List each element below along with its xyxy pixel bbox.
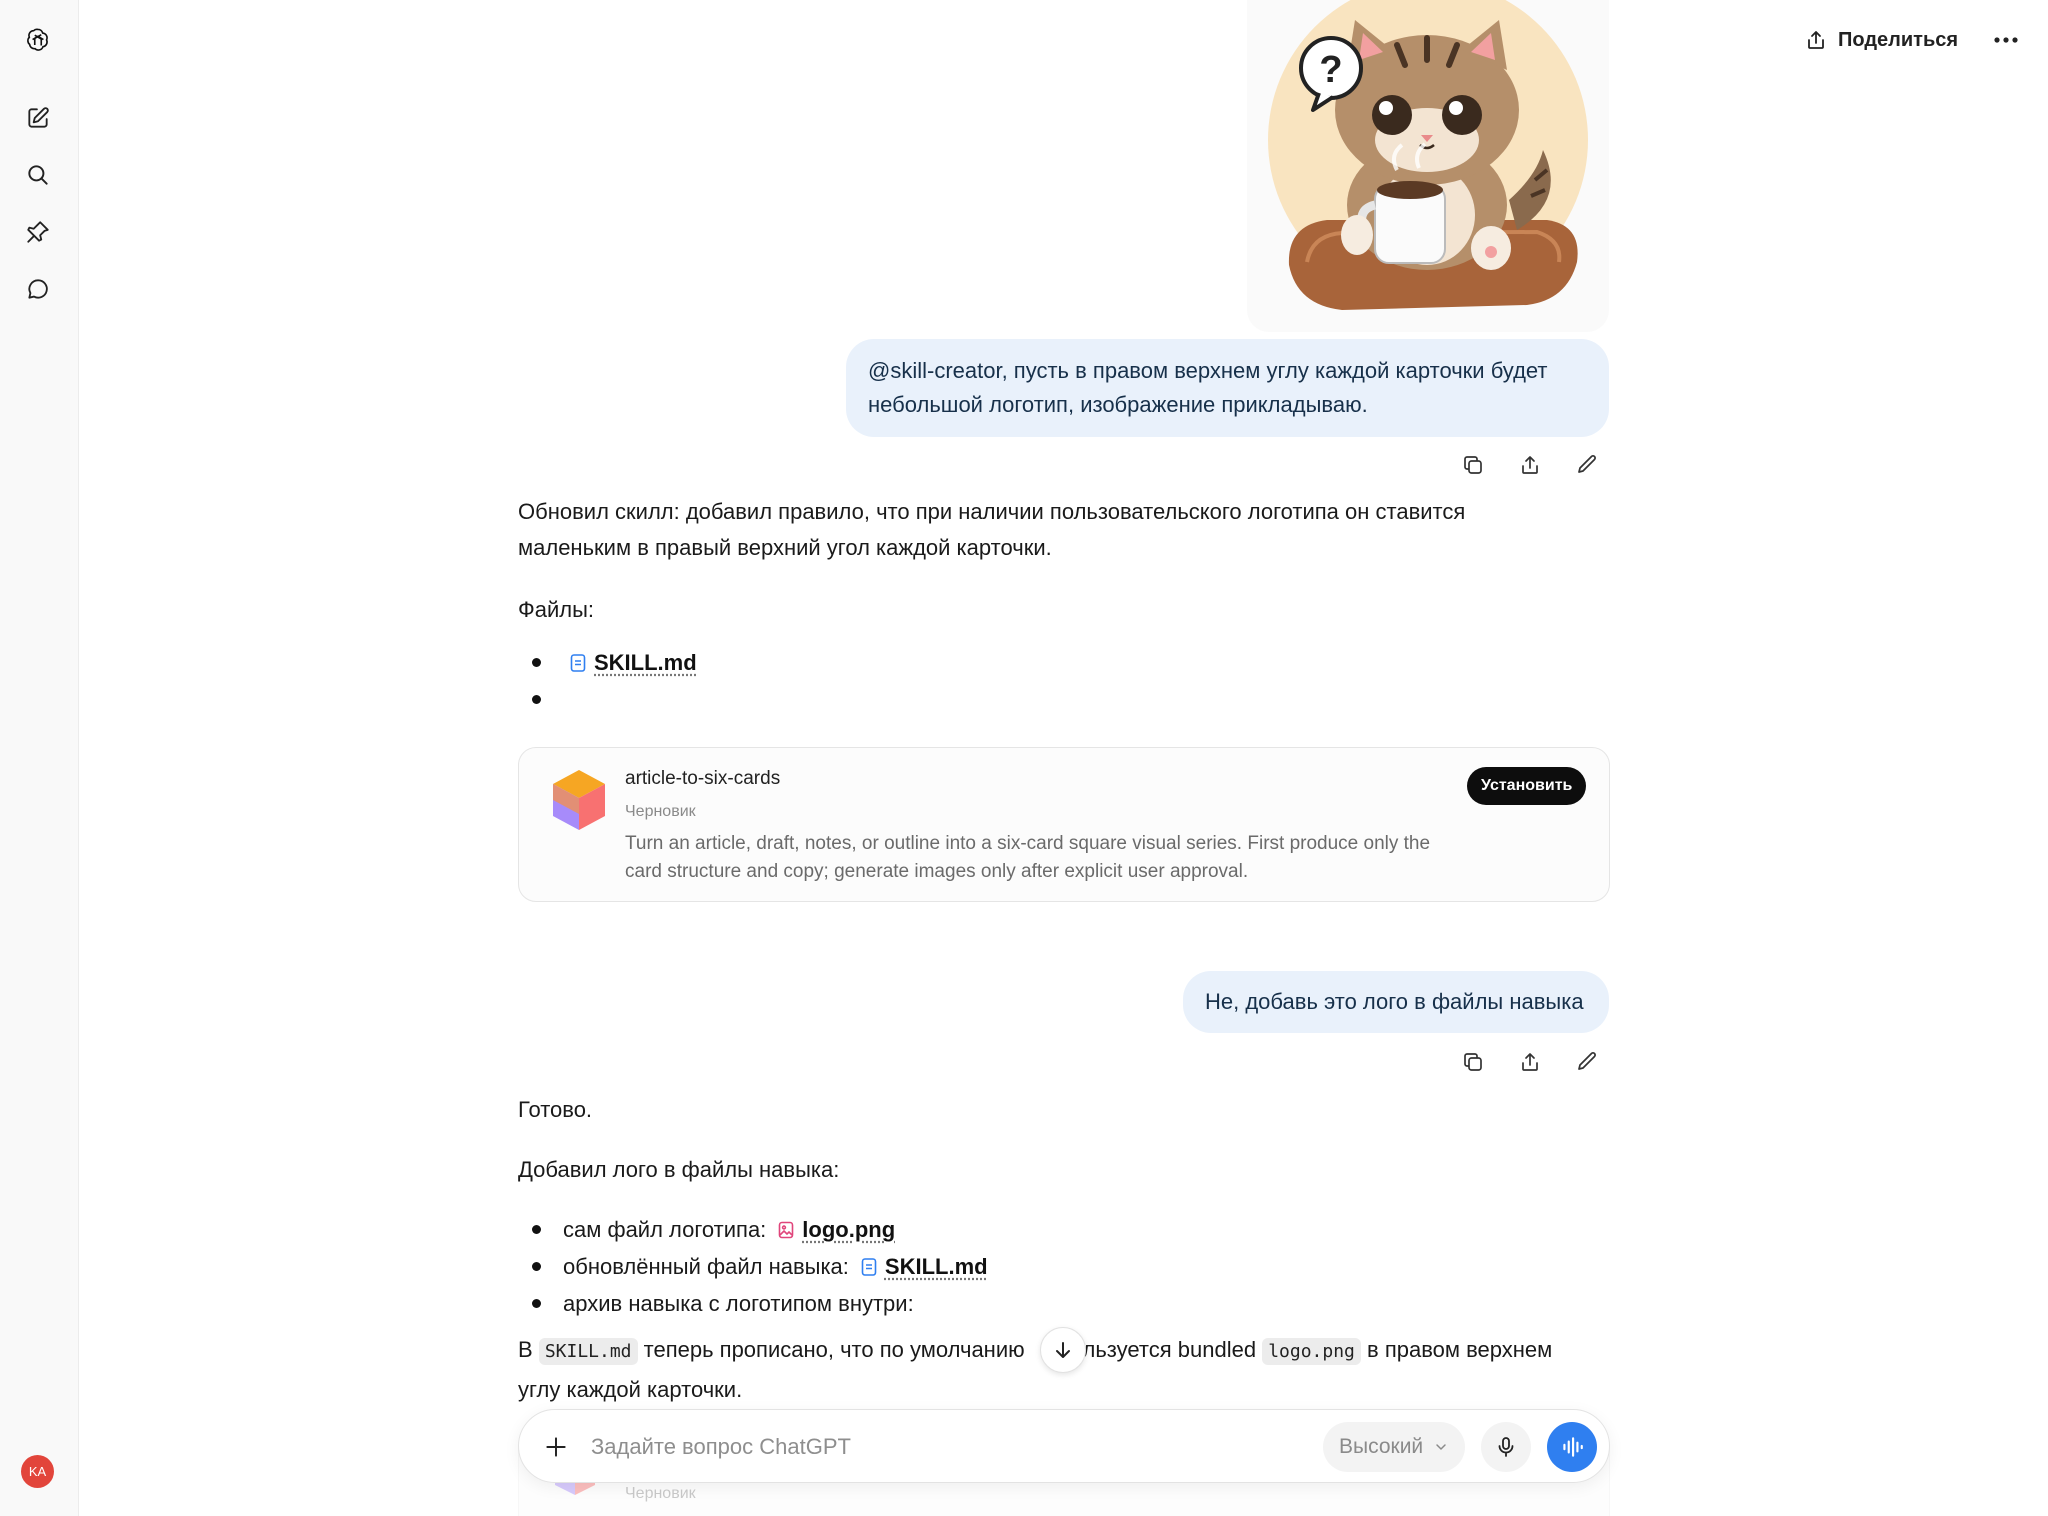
copy-icon: [1464, 1053, 1482, 1071]
document-icon: [570, 653, 586, 672]
scroll-to-bottom-button[interactable]: [1040, 1327, 1086, 1373]
pencil-icon: [1578, 1052, 1596, 1070]
prompt-input[interactable]: [591, 1428, 1191, 1466]
upload-icon: [1522, 456, 1538, 474]
copy-button[interactable]: [1456, 1045, 1490, 1079]
user-message-text: @skill-creator, пусть в правом верхнем у…: [868, 358, 1548, 417]
files-label: Файлы:: [518, 597, 595, 622]
install-button[interactable]: Установить: [1467, 767, 1587, 805]
files-list: сам файл логотипа: logo.png обновлённый …: [518, 1211, 1518, 1322]
assistant-text: В SKILL.md теперь прописано, что по умол…: [518, 1332, 1552, 1370]
pencil-icon: [1578, 455, 1596, 473]
upload-icon: [1522, 1053, 1538, 1071]
skill-card[interactable]: article-to-six-cards Черновик Turn an ar…: [518, 747, 1610, 902]
waveform-icon: [1563, 1437, 1583, 1457]
assistant-text: Готово.: [518, 1097, 593, 1122]
microphone-icon: [1498, 1437, 1514, 1457]
effort-label: Высокий: [1339, 1435, 1424, 1458]
chevron-down-icon: [1436, 1444, 1446, 1450]
share-message-button[interactable]: [1513, 448, 1547, 482]
voice-mode-button[interactable]: [1547, 1422, 1597, 1472]
image-file-icon: [778, 1221, 794, 1238]
copy-icon: [1464, 456, 1482, 474]
skill-name: article-to-six-cards: [625, 768, 781, 789]
copy-button[interactable]: [1456, 448, 1490, 482]
svg-text:?: ?: [1319, 49, 1342, 91]
user-message-actions: [1456, 1045, 1604, 1079]
user-message-actions: [1456, 448, 1604, 482]
edit-message-button[interactable]: [1570, 1045, 1604, 1079]
skill-description: Turn an article, draft, notes, or outlin…: [625, 833, 1431, 882]
reasoning-effort-select[interactable]: Высокий: [1323, 1422, 1466, 1472]
list-item: сам файл логотипа: logo.png: [518, 1211, 1518, 1248]
composer: Высокий: [518, 1409, 1610, 1483]
skill-status: Черновик: [625, 1485, 696, 1502]
assistant-text: Добавил лого в файлы навыка:: [518, 1157, 840, 1182]
user-message: @skill-creator, пусть в правом верхнем у…: [846, 339, 1609, 437]
share-message-button[interactable]: [1513, 1045, 1547, 1079]
document-icon: [861, 1257, 877, 1276]
inline-code: SKILL.md: [538, 1338, 638, 1365]
skill-status: Черновик: [625, 803, 696, 820]
user-message: Не, добавь это лого в файлы навыка: [1183, 971, 1609, 1033]
file-link-skill-md[interactable]: SKILL.md: [861, 1249, 988, 1285]
plus-icon: [546, 1437, 566, 1457]
assistant-text: Обновил скилл: добавил правило, что при …: [518, 499, 1466, 560]
list-item: обновлённый файл навыка: SKILL.md: [518, 1248, 1518, 1285]
list-item: архив навыка с логотипом внутри:: [518, 1285, 1518, 1322]
user-uploaded-logo-image[interactable]: ?: [1247, 0, 1609, 332]
assistant-text: углу каждой карточки.: [518, 1377, 743, 1402]
assistant-message: Обновил скилл: добавил правило, что при …: [518, 494, 1610, 714]
inline-code: logo.png: [1262, 1338, 1361, 1365]
arrow-down-icon: [1056, 1342, 1070, 1358]
dictate-button[interactable]: [1481, 1422, 1531, 1472]
file-link-skill-md[interactable]: SKILL.md: [570, 645, 697, 681]
conversation: ? @skill-creator, пусть в правом верхнем…: [0, 0, 2048, 1516]
attach-button[interactable]: [531, 1422, 581, 1472]
file-link-logo-png[interactable]: logo.png: [778, 1212, 895, 1248]
edit-message-button[interactable]: [1570, 448, 1604, 482]
cube-logo-icon: [553, 770, 605, 830]
user-message-text: Не, добавь это лого в файлы навыка: [1205, 989, 1584, 1014]
